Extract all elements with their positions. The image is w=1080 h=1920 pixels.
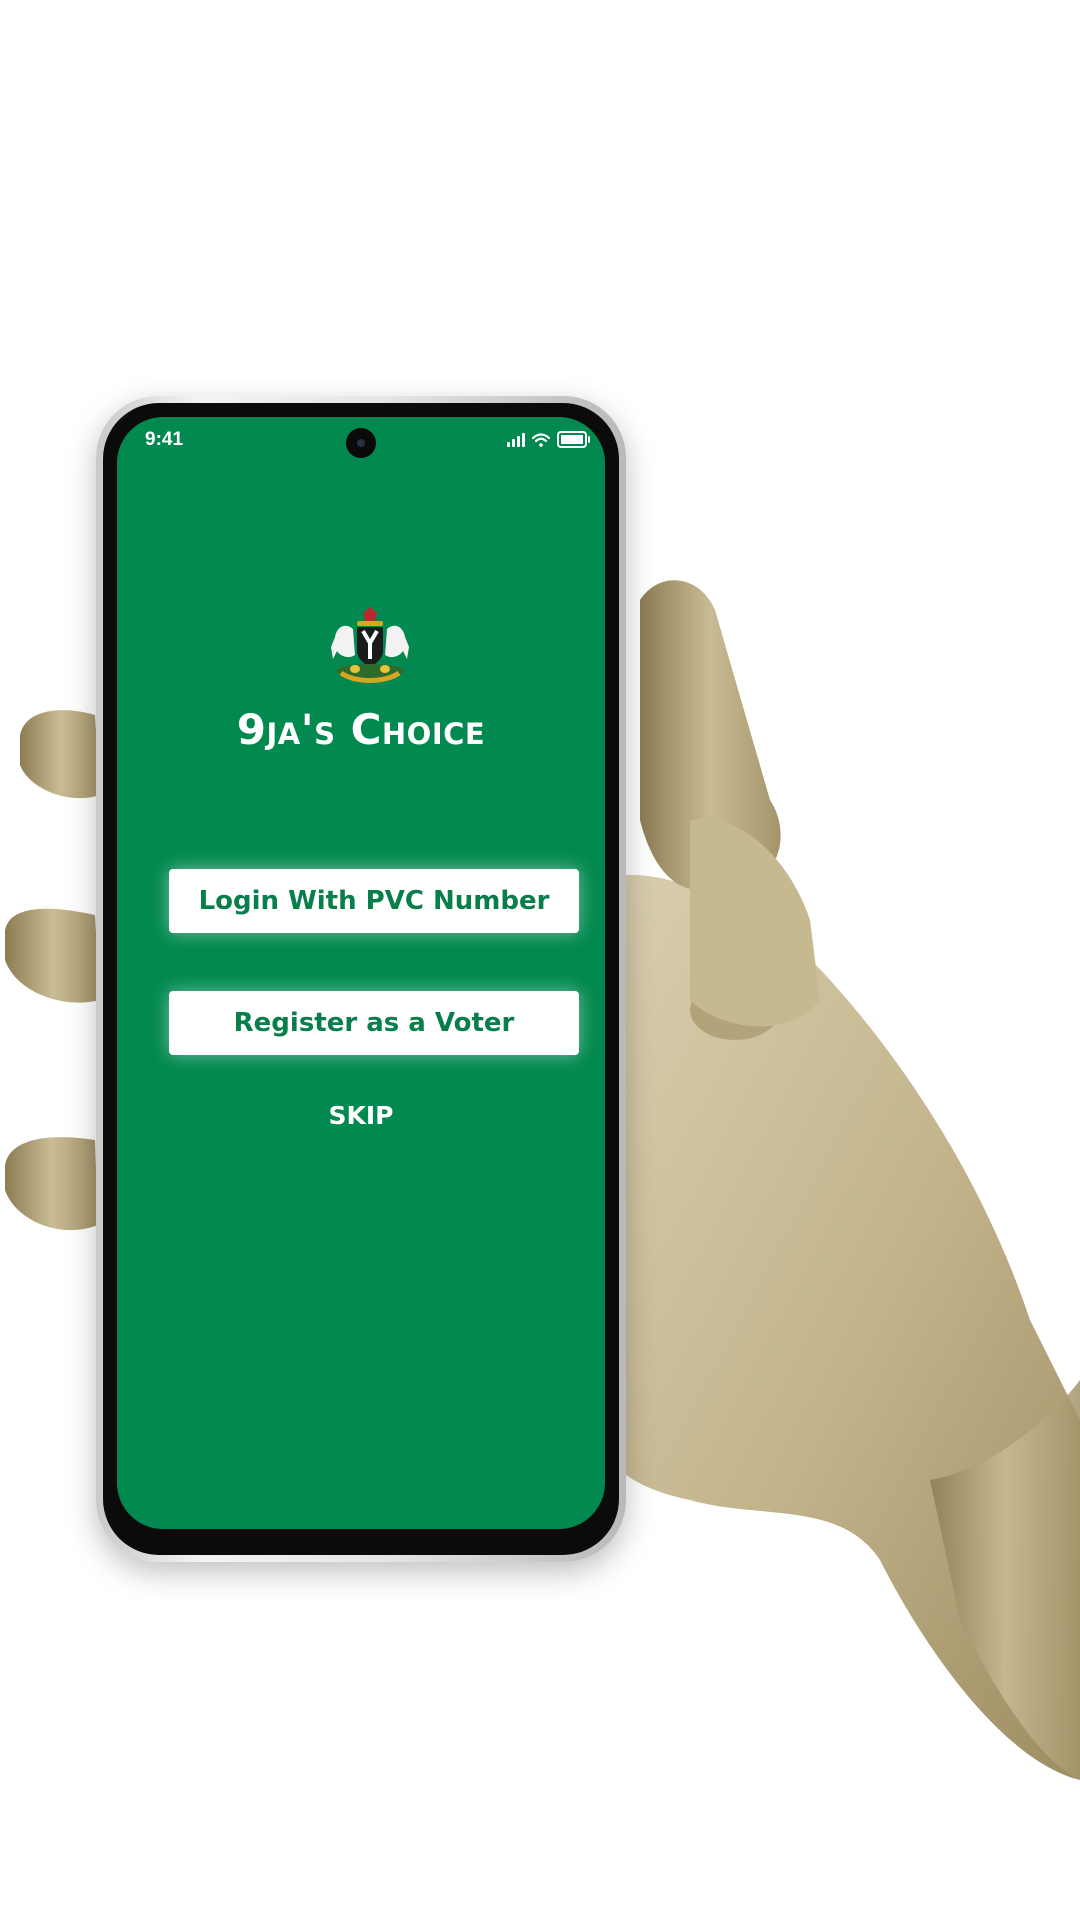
status-time: 9:41 [145,429,184,450]
login-with-pvc-button[interactable]: Login With PVC Number [169,869,579,933]
status-bar: 9:41 [117,417,605,467]
phone-bezel: 9:41 9ja's Choice Login With PVC Number … [103,403,619,1555]
wifi-icon [532,432,550,447]
skip-link[interactable]: SKIP [117,1101,605,1130]
app-screen: 9:41 9ja's Choice Login With PVC Number … [117,417,605,1529]
battery-icon [557,431,590,448]
front-camera-icon [349,431,373,455]
status-icons [507,431,590,448]
coat-of-arms-logo [331,607,409,683]
app-title: 9ja's Choice [236,705,486,754]
phone-mockup: 9:41 9ja's Choice Login With PVC Number … [96,396,626,1562]
register-voter-button[interactable]: Register as a Voter [169,991,579,1055]
cellular-signal-icon [507,432,525,447]
